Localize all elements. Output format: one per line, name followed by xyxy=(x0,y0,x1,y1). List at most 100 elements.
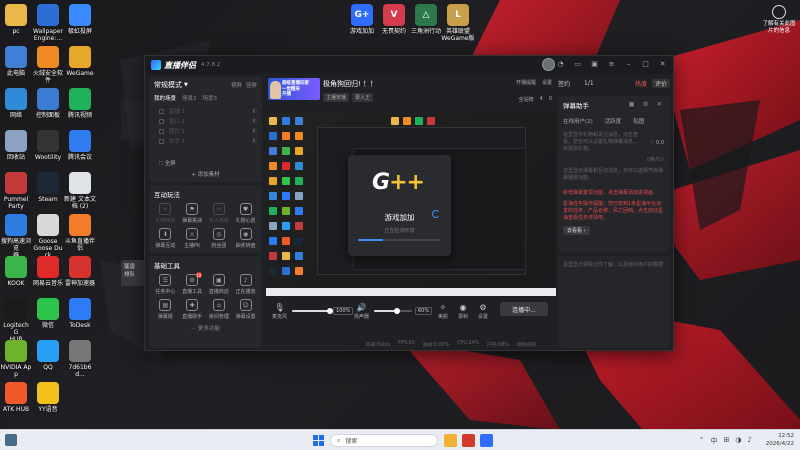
start-button[interactable] xyxy=(313,435,324,446)
mic-volume-value[interactable]: 100% xyxy=(333,307,354,315)
beauty-button[interactable]: ✧ 美颜 xyxy=(438,303,448,320)
stream-preview[interactable]: G++ 游戏加加 正在检测环境 xyxy=(266,113,556,296)
room-cover-image[interactable]: 超级直播玩家 一觉醒来 开播 xyxy=(268,78,320,100)
see-more-button[interactable]: 去看看 › xyxy=(563,226,590,235)
desktop-icon[interactable]: 7d61b6d... xyxy=(64,340,96,378)
desktop-icon[interactable]: WeGame xyxy=(64,46,96,77)
scene-tab[interactable]: 场景2 xyxy=(182,94,197,102)
banner-stat[interactable]: 0 xyxy=(549,96,552,103)
scene-tab[interactable]: 我的场景 xyxy=(154,94,176,102)
desktop-icon[interactable]: 搜狗高速浏览 器 xyxy=(0,214,32,259)
clock[interactable]: 22:52 2026/4/22 xyxy=(766,432,794,448)
eye-icon[interactable]: ◐ xyxy=(252,138,257,144)
tool-button[interactable]: ✦ 礼物特效 xyxy=(152,203,179,224)
gift-icon[interactable]: ▣ xyxy=(590,59,599,68)
tool-button[interactable]: ⚙ 直播工具 18 xyxy=(179,272,206,295)
fullscreen-source[interactable]: ⛶ 全屏 xyxy=(159,159,176,168)
menu-icon[interactable]: ≡ xyxy=(607,59,616,68)
desktop-icon[interactable]: Wootility xyxy=(32,130,64,161)
room-tag[interactable]: 主播安播 xyxy=(323,93,350,102)
desktop-icon[interactable]: 腾讯视频 xyxy=(64,88,96,119)
desktop-icon[interactable]: 斗鱼直播伴侣 xyxy=(64,214,96,252)
tool-button[interactable]: ♪ 正在播放 xyxy=(232,274,259,295)
tool-button[interactable]: ▣ 直播商店 xyxy=(206,274,233,295)
desktop-icon[interactable]: 极虹投屏 xyxy=(64,4,96,35)
taskbar-app-icon[interactable] xyxy=(462,434,475,447)
eye-icon[interactable]: ◐ xyxy=(252,108,257,114)
desktop-icon[interactable]: 微信 xyxy=(32,298,64,329)
banner-action[interactable]: 开播提醒 xyxy=(516,79,536,86)
tool-button[interactable]: ▤ 弹幕姬 xyxy=(152,299,179,320)
banner-stat[interactable]: 4 xyxy=(540,96,543,103)
desktop-icon[interactable]: Wallpaper Engine:... xyxy=(32,4,64,42)
source-item[interactable]: 窗口 1 ◐ xyxy=(159,116,257,126)
taskbar-file-explorer-icon[interactable] xyxy=(444,434,457,447)
desktop-icon[interactable]: QQ xyxy=(32,340,64,371)
tray-icon[interactable]: 中 xyxy=(711,436,718,446)
tray-icon[interactable]: ♪ xyxy=(748,436,752,446)
tray-icon[interactable]: ⊞ xyxy=(724,436,730,446)
speaker-volume-slider[interactable] xyxy=(374,308,412,314)
add-source-button[interactable]: + 添加素材 xyxy=(149,170,262,178)
speaker-volume-value[interactable]: 60% xyxy=(415,307,433,315)
settings-button[interactable]: ⚙ 设置 xyxy=(478,303,488,320)
close-icon[interactable]: ✕ xyxy=(658,59,667,68)
source-item[interactable]: 文字 1 ◐ xyxy=(159,136,257,146)
checkbox-icon[interactable] xyxy=(159,138,164,144)
tool-button[interactable]: ◉ 抽奖转盘 xyxy=(232,228,259,249)
mic-volume-slider[interactable] xyxy=(292,308,333,314)
source-item[interactable]: 直播 1 ◐ xyxy=(159,106,257,116)
speaker-volume-knob[interactable] xyxy=(393,308,400,314)
record-button[interactable]: ◉ 录制 xyxy=(458,303,468,320)
danmu-tab[interactable]: 活跃度 xyxy=(605,117,622,125)
desktop-icon[interactable]: 火绒安全软件 xyxy=(32,46,64,84)
tool-button[interactable]: ⬇ 弹幕互动 xyxy=(152,228,179,249)
desktop-icon[interactable]: 回收站 xyxy=(0,130,32,161)
desktop-icon[interactable]: 雷神加速器 xyxy=(64,256,96,287)
signing-label[interactable]: 签约 xyxy=(558,79,570,88)
headset-icon[interactable]: ◔ xyxy=(556,59,565,68)
tray-icon[interactable]: ◑ xyxy=(735,436,741,446)
more-functions-button[interactable]: ··· 更多功能 xyxy=(149,324,262,332)
tool-button[interactable]: ☰ 任务中心 xyxy=(152,274,179,295)
tool-button[interactable]: ⌂ 房间管理 xyxy=(206,299,233,320)
desktop-icon[interactable]: 网络 xyxy=(0,88,32,119)
checkbox-icon[interactable] xyxy=(159,108,164,114)
landscape-toggle[interactable]: 横屏 xyxy=(231,81,242,89)
portrait-toggle[interactable]: 竖屏 xyxy=(246,81,257,89)
banner-stat[interactable]: 全站榜 xyxy=(519,96,534,103)
minimize-icon[interactable]: – xyxy=(624,59,633,68)
desktop-icon[interactable]: 控制面板 xyxy=(32,88,64,119)
desktop-icon[interactable]: Pummel Party xyxy=(0,172,32,210)
checkbox-icon[interactable] xyxy=(159,128,164,134)
tool-button[interactable]: ⚑ 弹幕挑战 xyxy=(179,203,206,224)
weather-widget-icon[interactable] xyxy=(5,434,17,446)
tool-button[interactable]: ⚔ 主播PK xyxy=(179,228,206,249)
desktop-icon[interactable]: NVIDIA App xyxy=(0,340,32,378)
evaluate-button[interactable]: 评价 xyxy=(651,78,670,88)
banner-action[interactable]: 设置 xyxy=(542,79,552,86)
go-live-button[interactable]: 连播中... xyxy=(500,302,548,316)
desktop-icon[interactable]: Logitech G HUB xyxy=(0,298,32,343)
user-avatar[interactable] xyxy=(542,58,555,71)
desktop-icon[interactable]: KOOK xyxy=(0,256,32,287)
danmu-tab[interactable]: 在线用户(2) xyxy=(563,117,593,125)
tool-button[interactable]: ✚ 直播助手 xyxy=(179,299,206,320)
eye-icon[interactable]: ◐ xyxy=(252,118,257,124)
source-item[interactable]: 图片 1 ◐ xyxy=(159,126,257,136)
message-icon[interactable]: ▭ xyxy=(573,59,582,68)
tool-button[interactable]: ☺ 弹幕设置 xyxy=(232,299,259,320)
desktop-icon[interactable]: Goose Goose Duck xyxy=(32,214,64,259)
desktop-icon[interactable]: Steam xyxy=(32,172,64,203)
tool-button[interactable]: ♥ 礼物心愿 xyxy=(232,203,259,224)
desktop-icon[interactable]: △ 三角洲行动 xyxy=(409,4,443,35)
desktop-icon[interactable]: ToDesk xyxy=(64,298,96,329)
taskbar-game-plus-icon[interactable] xyxy=(480,434,493,447)
taskbar-search[interactable]: ⌕ 搜索 xyxy=(330,434,438,447)
desktop-icon[interactable]: ATK HUB xyxy=(0,382,32,413)
speaker-button[interactable]: 🔊 扬声器 xyxy=(354,303,369,320)
maximize-icon[interactable]: □ xyxy=(641,59,650,68)
tool-button[interactable]: ◎ 粉丝团 xyxy=(206,228,233,249)
room-tag[interactable]: 录入王 xyxy=(352,93,374,102)
checkbox-icon[interactable] xyxy=(159,118,164,124)
